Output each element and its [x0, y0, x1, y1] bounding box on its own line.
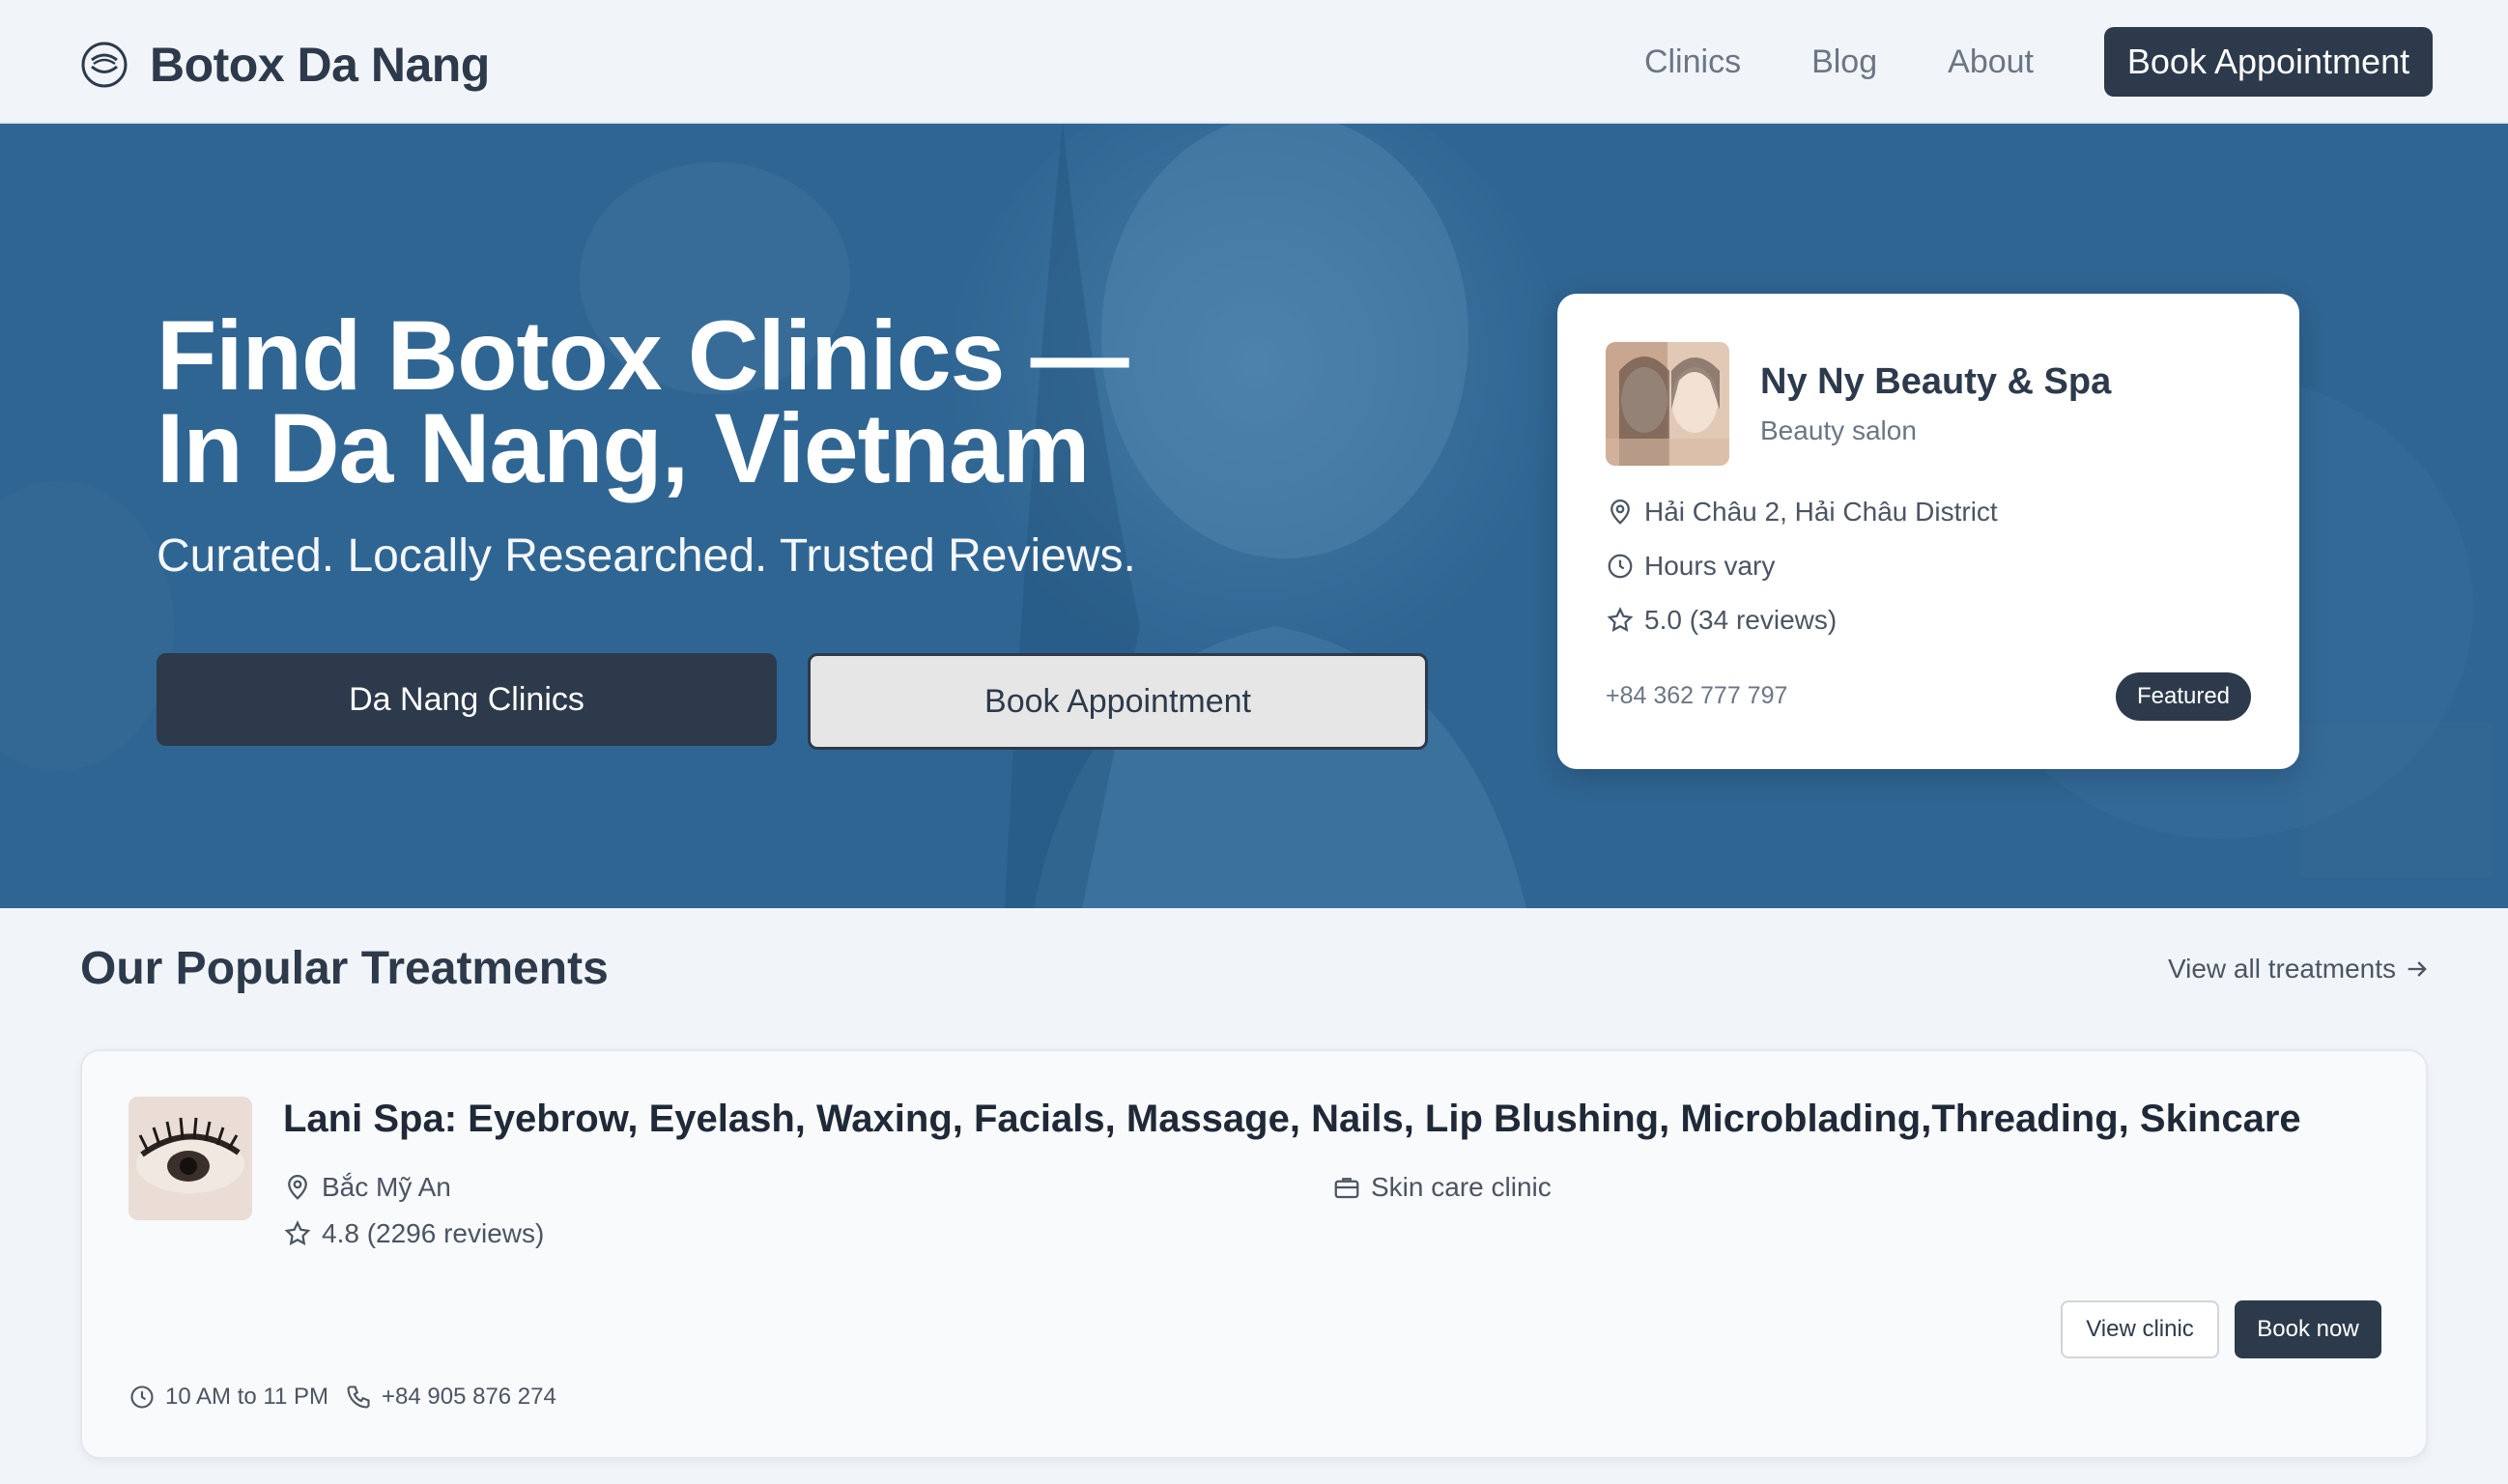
clock-icon — [1608, 554, 1633, 579]
nav-clinics[interactable]: Clinics — [1644, 43, 1741, 81]
nav-about[interactable]: About — [1948, 43, 2034, 81]
hero-subtitle: Curated. Locally Researched. Trusted Rev… — [157, 530, 1136, 582]
brand-name: Botox Da Nang — [150, 38, 490, 92]
listing-location-row: Bắc Mỹ An — [283, 1172, 451, 1203]
featured-clinic-name: Ny Ny Beauty & Spa — [1760, 361, 2112, 402]
featured-clinic-type: Beauty salon — [1760, 415, 1917, 445]
arrow-right-icon — [2408, 961, 2427, 977]
hero-title-line1: Find Botox Clinics — — [157, 300, 1129, 411]
logo-icon — [81, 42, 128, 88]
nav-blog[interactable]: Blog — [1811, 43, 1877, 81]
listing-thumbnail — [128, 1097, 252, 1220]
listing-location: Bắc Mỹ An — [322, 1172, 451, 1202]
listing-category-row: Skin care clinic — [1332, 1172, 1552, 1203]
featured-phone[interactable]: +84 362 777 797 — [1606, 682, 1787, 710]
featured-rating-row: 5.0 (34 reviews) — [1606, 605, 1837, 636]
view-all-treatments-label: View all treatments — [2167, 954, 2396, 984]
map-pin-icon — [1610, 499, 1630, 525]
brand-logo[interactable]: Botox Da Nang — [80, 37, 490, 93]
briefcase-icon — [1334, 1178, 1359, 1199]
featured-clinic-card[interactable]: Ny Ny Beauty & Spa Beauty salon Hải Châu… — [1557, 294, 2299, 769]
featured-address: Hải Châu 2, Hải Châu District — [1644, 497, 1998, 527]
hero-title: Find Botox Clinics — In Da Nang, Vietnam — [157, 300, 1129, 503]
listing-category: Skin care clinic — [1371, 1172, 1552, 1202]
hero-book-appointment-button[interactable]: Book Appointment — [808, 653, 1428, 750]
listing-rating: 4.8 (2296 reviews) — [322, 1218, 545, 1248]
main-nav: Clinics Blog About Book Appointment — [1644, 27, 2433, 97]
listing-title[interactable]: Lani Spa: Eyebrow, Eyelash, Waxing, Faci… — [283, 1098, 2301, 1141]
star-icon — [1607, 607, 1634, 632]
header-book-appointment-button[interactable]: Book Appointment — [2104, 27, 2433, 97]
treatment-listing-card[interactable]: Lani Spa: Eyebrow, Eyelash, Waxing, Faci… — [80, 1049, 2428, 1459]
featured-hours: Hours vary — [1644, 551, 1776, 581]
featured-rating: 5.0 (34 reviews) — [1644, 605, 1838, 635]
phone-icon — [347, 1385, 370, 1409]
section-title: Our Popular Treatments — [80, 943, 609, 994]
featured-hours-row: Hours vary — [1606, 551, 1775, 582]
clock-icon — [130, 1385, 154, 1409]
listing-phone: +84 905 876 274 — [382, 1384, 556, 1410]
view-clinic-button[interactable]: View clinic — [2061, 1300, 2219, 1358]
star-icon — [284, 1220, 311, 1245]
hero-section: Find Botox Clinics — In Da Nang, Vietnam… — [0, 124, 2508, 908]
featured-badge: Featured — [2116, 672, 2251, 721]
listing-hours-row: 10 AM to 11 PM — [128, 1384, 328, 1411]
map-pin-icon — [288, 1175, 307, 1200]
listing-hours: 10 AM to 11 PM — [165, 1384, 328, 1410]
da-nang-clinics-button[interactable]: Da Nang Clinics — [157, 653, 777, 746]
featured-address-row: Hải Châu 2, Hải Châu District — [1606, 497, 1998, 528]
view-all-treatments-link[interactable]: View all treatments — [2168, 954, 2431, 985]
listing-rating-row: 4.8 (2296 reviews) — [283, 1218, 544, 1249]
hero-title-line2: In Da Nang, Vietnam — [157, 393, 1090, 503]
site-header: Botox Da Nang Clinics Blog About Book Ap… — [0, 0, 2508, 124]
listing-phone-row[interactable]: +84 905 876 274 — [345, 1384, 556, 1411]
featured-clinic-thumbnail — [1606, 342, 1729, 466]
book-now-button[interactable]: Book now — [2235, 1300, 2381, 1358]
